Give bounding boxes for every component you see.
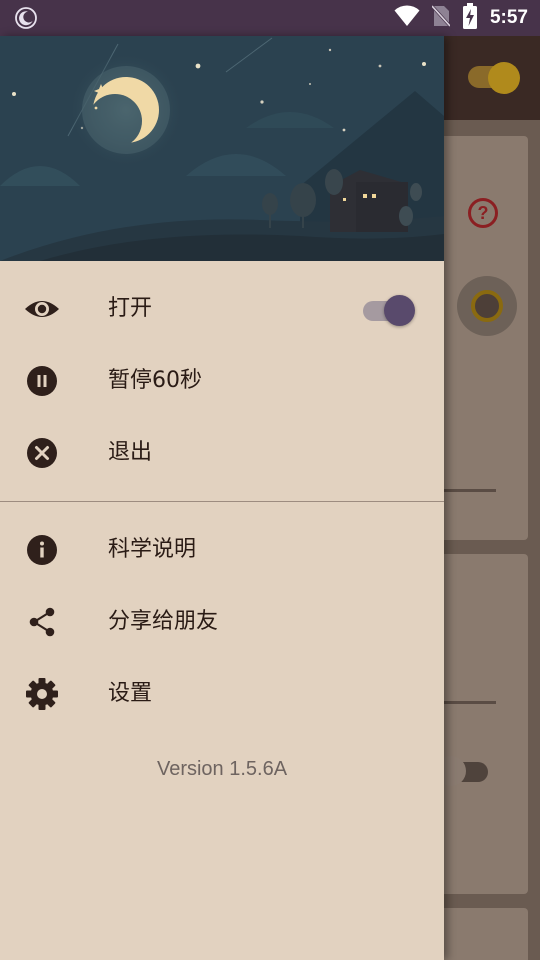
- menu-item-label: 退出: [108, 440, 153, 465]
- menu-item-share[interactable]: 分享给朋友: [0, 586, 444, 658]
- drawer-header-illustration: [0, 36, 444, 261]
- background-slider: [444, 489, 496, 492]
- menu-item-label: 分享给朋友: [108, 609, 219, 634]
- background-app: ?: [444, 36, 540, 960]
- menu-item-label: 打开: [108, 296, 153, 321]
- switch-thumb: [384, 295, 415, 326]
- menu-item-pause-60s[interactable]: 暂停60秒: [0, 345, 444, 417]
- menu-item-settings[interactable]: 设置: [0, 658, 444, 730]
- close-circle-icon: [24, 435, 60, 471]
- info-icon: [24, 532, 60, 568]
- background-slider: [444, 701, 496, 704]
- menu-item-label: 科学说明: [108, 537, 197, 562]
- brightness-icon: [457, 276, 517, 336]
- menu-item-open[interactable]: 打开: [0, 273, 444, 345]
- menu-item-exit[interactable]: 退出: [0, 417, 444, 489]
- battery-charging-icon: [462, 3, 478, 33]
- pause-circle-icon: [24, 363, 60, 399]
- clock-time: 5:57: [489, 7, 528, 28]
- menu-divider: [0, 501, 444, 502]
- background-card: [444, 136, 528, 540]
- menu-item-label: 设置: [108, 681, 153, 706]
- menu-item-label: 暂停60秒: [108, 368, 202, 393]
- menu-item-science[interactable]: 科学说明: [0, 514, 444, 586]
- background-app-header: [444, 36, 540, 120]
- no-sim-icon: [430, 4, 452, 31]
- background-toggle-thumb: [488, 62, 520, 94]
- enable-filter-switch[interactable]: [363, 295, 415, 326]
- app-version: Version 1.5.6A: [156, 758, 288, 780]
- navigation-drawer: 打开 暂停60秒 退出 科学说明 分享给朋友 设置 Version 1.5.6A: [0, 36, 444, 960]
- status-bar: 5:57: [0, 0, 540, 36]
- gear-icon: [24, 676, 60, 712]
- moon-icon: [14, 6, 38, 34]
- background-card: [444, 908, 528, 960]
- eye-icon: [24, 291, 60, 327]
- share-icon: [24, 604, 60, 640]
- wifi-icon: [394, 5, 420, 31]
- background-card: [444, 554, 528, 894]
- help-icon: ?: [468, 198, 498, 228]
